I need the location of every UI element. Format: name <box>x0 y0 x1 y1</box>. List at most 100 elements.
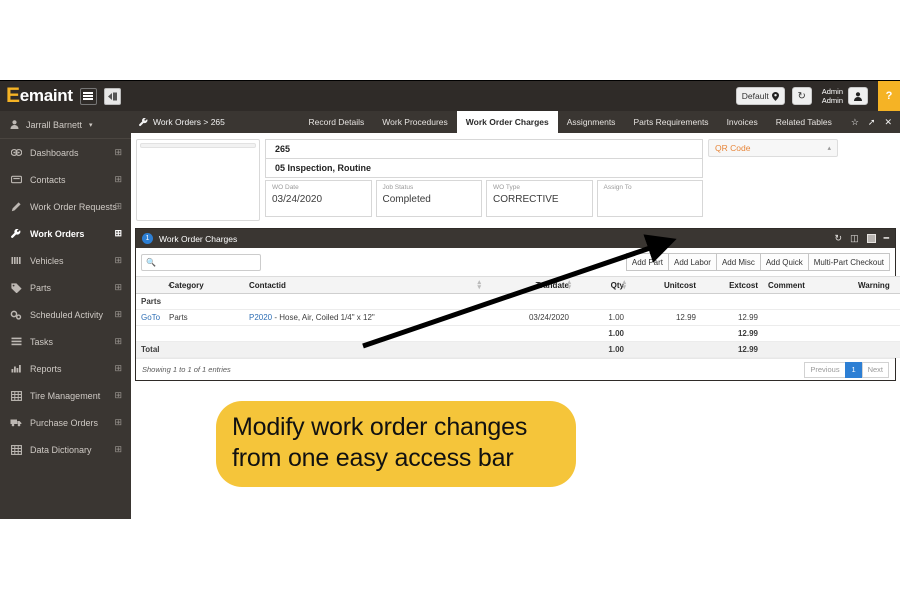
column-header-extcost[interactable]: Extcost <box>701 276 763 294</box>
button-add-labor[interactable]: Add Labor <box>668 253 717 271</box>
plus-icon[interactable]: ⊞ <box>114 336 122 347</box>
grid-icon <box>10 444 22 455</box>
refresh-icon[interactable]: ↻ <box>835 233 843 244</box>
column-header-qty[interactable]: Qty ▴ ▾ <box>574 276 629 294</box>
sidebar-item-reports[interactable]: Reports ⊞ <box>0 355 131 382</box>
qr-code-panel: QR Code ▴ <box>708 139 838 221</box>
sidebar-item-parts[interactable]: Parts ⊞ <box>0 274 131 301</box>
sidebar-item-work-orders[interactable]: Work Orders ⊞ <box>0 220 131 247</box>
sidebar-item-data-dictionary[interactable]: Data Dictionary ⊞ <box>0 436 131 463</box>
button-add-misc[interactable]: Add Misc <box>715 253 761 271</box>
table-row[interactable]: GoTo Parts P2020 - Hose, Air, Coiled 1/4" … <box>136 309 900 326</box>
chevron-up-icon[interactable]: ▴ <box>827 144 831 152</box>
column-header-trandate[interactable]: Trandate ▴ ▾ <box>484 276 574 294</box>
sidebar-item-label: Tire Management <box>30 390 101 401</box>
sidebar-user[interactable]: Jarrall Barnett ▾ <box>0 111 131 139</box>
qr-code-title: QR Code <box>715 143 751 153</box>
sidebar-item-scheduled-activity[interactable]: Scheduled Activity ⊞ <box>0 301 131 328</box>
plus-icon[interactable]: ⊞ <box>114 228 122 239</box>
field-wo-type[interactable]: WO Type CORRECTIVE <box>486 180 593 217</box>
sidebar-item-dashboards[interactable]: Dashboards ⊞ <box>0 139 131 166</box>
sidebar: Jarrall Barnett ▾ Dashboards ⊞ Contacts ⊞ Wo… <box>0 111 131 519</box>
search-input[interactable] <box>159 257 250 267</box>
plus-icon[interactable]: ⊞ <box>114 282 122 293</box>
sidebar-item-purchase-orders[interactable]: Purchase Orders ⊞ <box>0 409 131 436</box>
sort-icon[interactable]: ▴ ▾ <box>622 279 626 291</box>
hamburger-icon[interactable] <box>79 87 97 105</box>
tasks-icon <box>10 337 22 346</box>
close-icon[interactable]: ✕ <box>884 117 892 128</box>
goto-link[interactable]: GoTo <box>141 313 160 322</box>
total-label: Total <box>136 341 574 358</box>
tab-invoices[interactable]: Invoices <box>718 111 767 133</box>
plus-icon[interactable]: ⊞ <box>114 390 122 401</box>
history-icon[interactable]: ↻ <box>791 87 812 105</box>
charges-toolbar: 🔍 Add Part Add Labor Add Misc Add Quick Mult… <box>136 248 895 276</box>
search-icon: 🔍 <box>146 257 156 267</box>
column-header-category[interactable]: Category ▲ <box>164 276 244 294</box>
plus-icon[interactable]: ⊞ <box>114 444 122 455</box>
pager-page-1-button[interactable]: 1 <box>844 361 863 378</box>
column-header-unitcost[interactable]: Unitcost <box>629 276 701 294</box>
tab-related-tables[interactable]: Related Tables <box>767 111 841 133</box>
field-wo-date[interactable]: WO Date 03/24/2020 <box>265 180 372 217</box>
tab-record-details[interactable]: Record Details <box>300 111 374 133</box>
search-box[interactable]: 🔍 <box>141 253 261 271</box>
sidebar-item-tire-management[interactable]: Tire Management ⊞ <box>0 382 131 409</box>
button-add-part[interactable]: Add Part <box>625 253 670 271</box>
sidebar-item-contacts[interactable]: Contacts ⊞ <box>0 166 131 193</box>
field-label: WO Type <box>493 184 520 191</box>
plus-icon[interactable]: ⊞ <box>114 201 122 212</box>
plus-icon[interactable]: ⊞ <box>114 174 122 185</box>
collapse-panel-icon[interactable] <box>103 87 121 105</box>
plus-icon[interactable]: ⊞ <box>114 255 122 266</box>
plus-icon[interactable]: ⊞ <box>114 417 122 428</box>
charges-panel-icons: ↻ ◫ ━ <box>835 233 889 244</box>
sort-icon[interactable]: ▴ ▾ <box>567 279 571 291</box>
account-label: Admin Admin <box>821 87 843 105</box>
plus-icon[interactable]: ⊞ <box>114 147 122 158</box>
site-label: Default <box>741 91 769 101</box>
maximize-icon[interactable] <box>866 234 876 243</box>
column-header-actions[interactable] <box>136 276 164 294</box>
tag-icon <box>10 282 22 293</box>
column-header-contactid[interactable]: Contactid ▴ ▾ <box>244 276 484 294</box>
sidebar-item-label: Reports <box>30 363 62 374</box>
user-icon[interactable] <box>848 87 868 105</box>
tab-work-order-charges[interactable]: Work Order Charges <box>456 111 558 133</box>
sidebar-item-label: Work Orders <box>30 228 85 239</box>
pager-previous-button[interactable]: Previous <box>804 361 846 378</box>
pager-next-button[interactable]: Next <box>861 361 889 378</box>
column-header-warning[interactable]: Warning▴▾ <box>853 276 900 294</box>
part-id-link[interactable]: P2020 <box>249 313 272 322</box>
plus-icon[interactable]: ⊞ <box>114 363 122 374</box>
field-assign-to[interactable]: Assign To <box>596 180 703 217</box>
expand-icon[interactable]: ➚ <box>868 117 876 128</box>
button-multi-part-checkout[interactable]: Multi-Part Checkout <box>807 253 890 271</box>
sort-icon[interactable]: ▴ ▾ <box>477 279 481 291</box>
site-selector[interactable]: Default <box>735 87 785 105</box>
sidebar-item-label: Data Dictionary <box>30 444 92 455</box>
wo-description-field[interactable]: 05 Inspection, Routine <box>265 158 703 178</box>
qr-code-panel-header[interactable]: QR Code ▴ <box>708 139 838 157</box>
sidebar-item-vehicles[interactable]: Vehicles ⊞ <box>0 247 131 274</box>
plus-icon[interactable]: ⊞ <box>114 309 122 320</box>
tab-work-procedures[interactable]: Work Procedures <box>373 111 457 133</box>
column-header-comment[interactable]: Comment <box>763 276 853 294</box>
sidebar-item-work-order-requests[interactable]: Work Order Requests ⊞ <box>0 193 131 220</box>
help-button[interactable]: ? <box>878 81 900 111</box>
sidebar-item-label: Dashboards <box>30 147 79 158</box>
charges-panel-header: 1 Work Order Charges ↻ ◫ ━ <box>136 229 895 248</box>
cell-comment <box>763 309 853 326</box>
button-add-quick[interactable]: Add Quick <box>759 253 809 271</box>
tab-assignments[interactable]: Assignments <box>558 111 625 133</box>
sidebar-item-tasks[interactable]: Tasks ⊞ <box>0 328 131 355</box>
record-fields: 265 05 Inspection, Routine WO Date 03/24/… <box>265 139 703 221</box>
emaint-logo[interactable]: Eemaint <box>6 85 73 106</box>
wo-number-field[interactable]: 265 <box>265 139 703 159</box>
columns-icon[interactable]: ◫ <box>850 233 859 244</box>
star-icon[interactable]: ☆ <box>851 117 859 128</box>
tab-parts-requirements[interactable]: Parts Requirements <box>624 111 717 133</box>
field-job-status[interactable]: Job Status Completed <box>375 180 482 217</box>
minimize-icon[interactable]: ━ <box>884 233 889 244</box>
